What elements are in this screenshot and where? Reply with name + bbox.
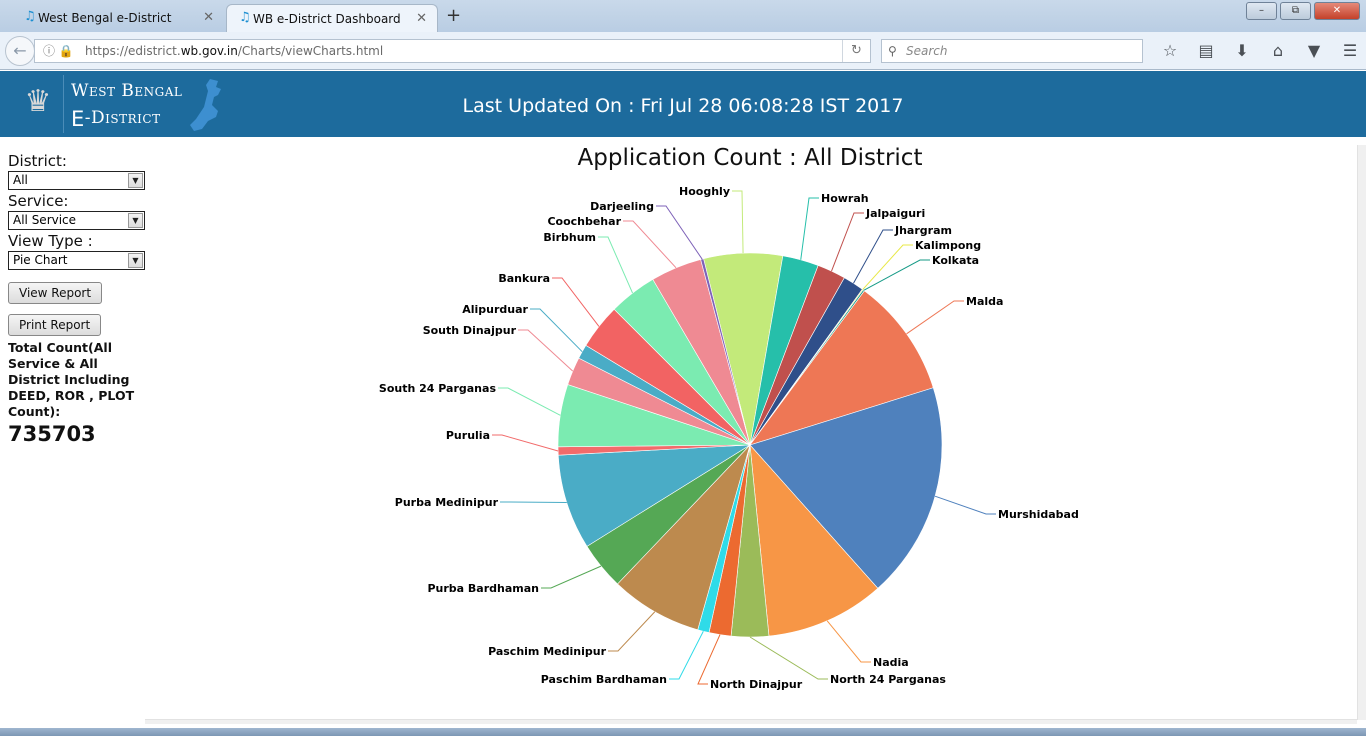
- pie-label: Paschim Bardhaman: [541, 673, 667, 686]
- pie-label: Kalimpong: [915, 239, 981, 252]
- pie-connector-line: [518, 329, 574, 372]
- pie-label: Jalpaiguri: [865, 207, 925, 220]
- pie-connector-line: [552, 277, 600, 327]
- pie-connector-line: [656, 205, 703, 260]
- pie-label: Coochbehar: [547, 215, 621, 228]
- pie-label: Darjeeling: [590, 200, 654, 213]
- pie-label: Malda: [966, 295, 1003, 308]
- pie-label: Birbhum: [543, 231, 596, 244]
- pie-label: Purulia: [446, 429, 490, 442]
- os-taskbar: [0, 728, 1366, 736]
- pie-label: Purba Bardhaman: [427, 582, 539, 595]
- pie-connector-line: [732, 190, 744, 254]
- pie-connector-line: [669, 631, 704, 680]
- pie-label: South 24 Parganas: [379, 382, 497, 395]
- pie-label: North 24 Parganas: [830, 673, 946, 686]
- vertical-scrollbar[interactable]: [1357, 145, 1366, 720]
- pie-label: Howrah: [821, 192, 869, 205]
- pie-connector-line: [623, 220, 677, 269]
- pie-connector-line: [500, 501, 567, 504]
- horizontal-scrollbar[interactable]: [145, 719, 1357, 724]
- pie-connector-line: [831, 212, 864, 272]
- pie-connector-line: [800, 197, 819, 260]
- pie-connector-line: [697, 634, 721, 685]
- pie-label: Bankura: [498, 272, 550, 285]
- pie-label: Murshidabad: [998, 508, 1079, 521]
- pie-connector-line: [541, 565, 602, 589]
- pie-connector-line: [492, 434, 559, 452]
- pie-label: Alipurduar: [462, 303, 528, 316]
- pie-label: Jhargram: [894, 224, 952, 237]
- pie-label: Purba Medinipur: [395, 496, 499, 509]
- pie-connector-line: [498, 387, 561, 416]
- pie-connector-line: [863, 259, 930, 291]
- pie-connector-line: [598, 236, 634, 294]
- pie-connector-line: [934, 495, 996, 515]
- pie-connector-line: [826, 620, 871, 663]
- pie-label: Nadia: [873, 656, 909, 669]
- pie-connector-line: [906, 300, 964, 335]
- pie-connector-line: [530, 308, 583, 353]
- pie-label: Paschim Medinipur: [488, 645, 607, 658]
- pie-connector-line: [749, 636, 828, 680]
- pie-connector-line: [608, 611, 656, 652]
- pie-label: North Dinajpur: [710, 678, 803, 691]
- pie-label: Kolkata: [932, 254, 979, 267]
- pie-connector-line: [853, 229, 893, 284]
- pie-label: Hooghly: [679, 185, 730, 198]
- pie-label: South Dinajpur: [423, 324, 517, 337]
- pie-chart: Hooghly Howrah Jalpaiguri Jhargram Kalimpong…: [379, 185, 1079, 691]
